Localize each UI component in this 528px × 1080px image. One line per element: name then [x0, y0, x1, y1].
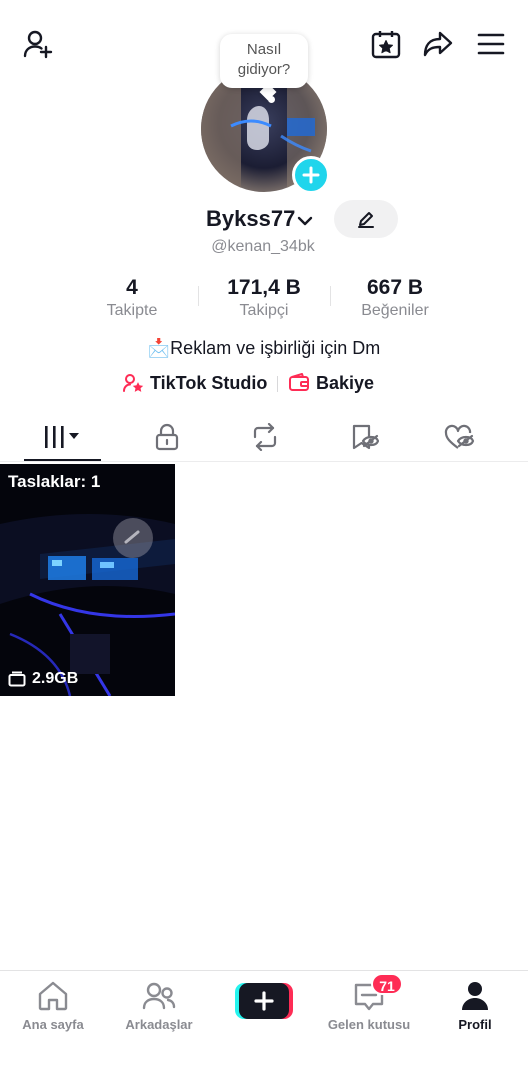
stat-following-value: 4: [126, 276, 138, 299]
nav-profile-label: Profil: [458, 1017, 492, 1032]
videos-tab[interactable]: [24, 412, 101, 462]
grid-videos-icon: [44, 426, 79, 448]
balance-label: Bakiye: [316, 372, 375, 393]
stats-row: 4 Takipte 171,4 B Takipçi 667 B Beğenile…: [0, 276, 528, 324]
wallet-icon: [289, 373, 309, 391]
tiktok-studio-label: TikTok Studio: [150, 372, 268, 393]
create-button[interactable]: [235, 983, 293, 1019]
stat-likes[interactable]: 667 B Beğeniler: [350, 276, 440, 322]
drafts-size: 2.9GB: [8, 670, 78, 688]
active-tab-indicator: [24, 459, 101, 461]
menu-icon[interactable]: [471, 24, 511, 64]
chevron-down-icon[interactable]: [296, 212, 314, 235]
inbox-badge: 71: [371, 973, 403, 995]
bookmark-hidden-icon: [352, 424, 379, 450]
stat-followers-value: 171,4 B: [227, 276, 301, 299]
stat-following[interactable]: 4 Takipte: [92, 276, 172, 322]
friends-icon: [142, 982, 176, 1010]
create-button-face: [239, 983, 289, 1019]
stat-divider: [198, 286, 199, 306]
stat-following-label: Takipte: [106, 302, 158, 319]
edit-profile-button[interactable]: [334, 200, 398, 238]
lock-icon: [155, 423, 178, 451]
bottom-nav: Ana sayfa Arkadaşlar Gelen kutusu 71 Pro…: [0, 970, 528, 1080]
profile-links: TikTok Studio Bakiye: [0, 372, 528, 396]
links-divider: [277, 376, 278, 392]
name-row: Bykss77: [0, 200, 528, 238]
user-handle: @kenan_34bk: [0, 238, 528, 256]
drafts-thumbnail: [0, 464, 175, 696]
stat-followers[interactable]: 171,4 B Takipçi: [212, 276, 316, 322]
add-friend-icon[interactable]: [18, 24, 58, 64]
status-bubble-text: Nasıl gidiyor?: [237, 41, 291, 78]
bubble-dot: [268, 96, 275, 103]
nav-friends-label: Arkadaşlar: [125, 1017, 193, 1032]
nav-inbox-label: Gelen kutusu: [327, 1017, 411, 1032]
plus-icon: [254, 991, 274, 1011]
creator-icon: [123, 374, 144, 392]
balance-link[interactable]: Bakiye: [288, 372, 374, 394]
repost-icon: [253, 423, 276, 451]
nav-profile[interactable]: Profil: [422, 979, 528, 1032]
nav-friends[interactable]: Arkadaşlar: [106, 979, 212, 1032]
username[interactable]: Bykss77: [206, 206, 295, 232]
storage-icon: [8, 671, 26, 687]
tiktok-studio-link[interactable]: TikTok Studio: [122, 372, 267, 394]
profile-icon: [462, 982, 488, 1010]
pencil-icon: [358, 212, 374, 228]
drafts-label: Taslaklar: 1: [8, 472, 101, 491]
liked-tab[interactable]: [420, 412, 497, 462]
stat-followers-label: Takipçi: [239, 302, 289, 319]
user-handle-text: @kenan_34bk: [211, 238, 315, 255]
heart-hidden-icon: [444, 424, 474, 449]
home-icon: [38, 981, 68, 1011]
private-tab[interactable]: [128, 412, 205, 462]
reposts-tab[interactable]: [226, 412, 303, 462]
plus-icon: [302, 166, 320, 184]
stat-likes-value: 667 B: [366, 276, 424, 299]
avatar-add-button[interactable]: [292, 156, 330, 194]
drafts-size-value: 2.9GB: [32, 670, 79, 687]
stat-divider: [330, 286, 331, 306]
nav-inbox[interactable]: Gelen kutusu: [316, 979, 422, 1032]
drafts-tile[interactable]: Taslaklar: 1 2.9GB: [0, 464, 175, 696]
favorites-tab[interactable]: [325, 412, 402, 462]
status-bubble[interactable]: Nasıl gidiyor?: [220, 34, 308, 88]
stat-likes-label: Beğeniler: [361, 302, 429, 319]
share-icon[interactable]: [418, 24, 458, 64]
calendar-star-icon[interactable]: [366, 24, 406, 64]
bio-text: 📩Reklam ve işbirliği için Dm: [147, 338, 381, 358]
nav-home[interactable]: Ana sayfa: [0, 979, 106, 1032]
content-tabs: [0, 412, 528, 462]
nav-home-label: Ana sayfa: [22, 1017, 84, 1032]
